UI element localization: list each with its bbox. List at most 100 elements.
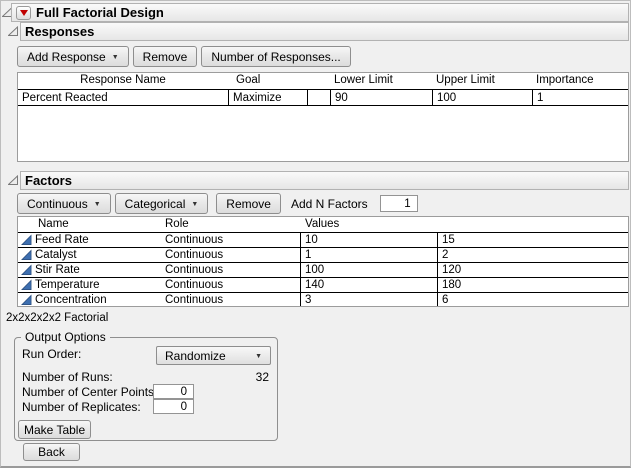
red-triangle-menu-icon[interactable] (16, 6, 31, 20)
replicates-input[interactable] (153, 399, 194, 414)
continuous-factor-icon (21, 294, 32, 306)
responses-section-title: Responses (25, 24, 94, 39)
table-row: Percent Reacted Maximize 90 100 1 (18, 90, 628, 106)
remove-response-label: Remove (143, 50, 188, 64)
factor-role-cell[interactable]: Continuous (165, 248, 300, 262)
factor-name-cell[interactable]: Feed Rate (18, 233, 165, 247)
response-importance-cell[interactable]: 1 (532, 90, 628, 105)
add-n-factors-input[interactable] (380, 195, 418, 212)
back-label: Back (38, 445, 65, 459)
continuous-label: Continuous (27, 197, 88, 211)
add-n-factors-label: Add N Factors (291, 197, 368, 211)
factor-role-cell[interactable]: Continuous (165, 263, 300, 277)
add-response-button[interactable]: Add Response ▼ (17, 46, 129, 67)
factor-high-value-cell[interactable]: 15 (437, 233, 628, 247)
column-header-response-name: Response Name (18, 74, 228, 86)
full-factorial-design-window: Full Factorial Design Responses Add Resp… (0, 0, 631, 468)
factors-table-header: Name Role Values (18, 217, 628, 233)
continuous-factor-icon (21, 234, 32, 246)
factor-role-cell[interactable]: Continuous (165, 278, 300, 292)
response-upper-limit-cell[interactable]: 100 (432, 90, 532, 105)
add-response-label: Add Response (27, 50, 106, 64)
factors-button-row: Continuous ▼ Categorical ▼ Remove Add N … (17, 193, 418, 214)
dropdown-arrow-icon: ▼ (255, 353, 262, 360)
number-of-runs-value: 32 (231, 370, 269, 384)
factor-name-label: Stir Rate (35, 264, 80, 276)
factor-name-label: Concentration (35, 294, 107, 306)
factor-high-value-cell[interactable]: 120 (437, 263, 628, 277)
run-order-label: Run Order: (22, 347, 81, 361)
factor-name-cell[interactable]: Temperature (18, 278, 165, 292)
goal-gap (308, 90, 330, 105)
factor-role-cell[interactable]: Continuous (165, 293, 300, 307)
factor-high-value-cell[interactable]: 180 (437, 278, 628, 292)
continuous-factor-icon (21, 279, 32, 291)
number-of-responses-label: Number of Responses... (211, 50, 340, 64)
factor-name-label: Temperature (35, 279, 100, 291)
responses-table-header: Response Name Goal Lower Limit Upper Lim… (18, 73, 628, 90)
make-table-button[interactable]: Make Table (18, 420, 91, 439)
run-order-value: Randomize (165, 349, 226, 363)
dropdown-arrow-icon: ▼ (191, 201, 198, 208)
column-header-importance: Importance (536, 74, 594, 86)
factor-low-value-cell[interactable]: 140 (300, 278, 437, 292)
response-name-cell[interactable]: Percent Reacted (18, 90, 228, 105)
number-of-runs-label: Number of Runs: (22, 370, 113, 384)
categorical-label: Categorical (125, 197, 186, 211)
number-of-responses-button[interactable]: Number of Responses... (201, 46, 350, 67)
factor-name-cell[interactable]: Concentration (18, 293, 165, 307)
responses-table: Response Name Goal Lower Limit Upper Lim… (17, 72, 629, 162)
dropdown-arrow-icon: ▼ (112, 54, 119, 61)
table-row: Temperature Continuous 140 180 (18, 278, 628, 293)
response-goal-cell[interactable]: Maximize (228, 90, 308, 105)
table-row: Catalyst Continuous 1 2 (18, 248, 628, 263)
dropdown-arrow-icon: ▼ (94, 201, 101, 208)
output-options-legend: Output Options (21, 330, 110, 344)
factor-name-label: Feed Rate (35, 234, 89, 246)
title-band: Full Factorial Design (11, 3, 629, 22)
response-lower-limit-cell[interactable]: 90 (330, 90, 432, 105)
factor-low-value-cell[interactable]: 100 (300, 263, 437, 277)
design-summary-label: 2x2x2x2x2 Factorial (6, 312, 108, 324)
red-triangle-glyph (20, 10, 28, 16)
make-table-label: Make Table (24, 423, 85, 437)
continuous-factor-icon (21, 249, 32, 261)
factor-role-cell[interactable]: Continuous (165, 233, 300, 247)
factor-high-value-cell[interactable]: 2 (437, 248, 628, 262)
add-categorical-factor-button[interactable]: Categorical ▼ (115, 193, 209, 214)
column-header-goal: Goal (236, 74, 260, 86)
center-points-input[interactable] (153, 384, 194, 399)
disclosure-triangle-icon[interactable] (8, 26, 19, 37)
factors-band: Factors (20, 171, 629, 190)
factor-name-cell[interactable]: Catalyst (18, 248, 165, 262)
replicates-label: Number of Replicates: (22, 400, 141, 414)
back-button[interactable]: Back (23, 443, 80, 461)
column-header-name: Name (38, 218, 69, 230)
add-continuous-factor-button[interactable]: Continuous ▼ (17, 193, 111, 214)
remove-response-button[interactable]: Remove (133, 46, 198, 67)
column-header-role: Role (165, 218, 189, 230)
table-row: Stir Rate Continuous 100 120 (18, 263, 628, 278)
remove-factor-label: Remove (226, 197, 271, 211)
column-header-upper-limit: Upper Limit (436, 74, 495, 86)
table-row: Feed Rate Continuous 10 15 (18, 233, 628, 248)
column-header-lower-limit: Lower Limit (334, 74, 393, 86)
factor-name-cell[interactable]: Stir Rate (18, 263, 165, 277)
run-order-dropdown[interactable]: Randomize ▼ (156, 346, 271, 365)
factors-table: Name Role Values Feed Rate Continuous 10… (17, 216, 629, 307)
factor-high-value-cell[interactable]: 6 (437, 293, 628, 307)
column-header-values: Values (305, 218, 339, 230)
factor-low-value-cell[interactable]: 10 (300, 233, 437, 247)
factor-low-value-cell[interactable]: 3 (300, 293, 437, 307)
factor-low-value-cell[interactable]: 1 (300, 248, 437, 262)
page-title: Full Factorial Design (36, 5, 164, 20)
responses-button-row: Add Response ▼ Remove Number of Response… (17, 46, 351, 67)
factors-section-title: Factors (25, 173, 72, 188)
table-row: Concentration Continuous 3 6 (18, 293, 628, 307)
factor-name-label: Catalyst (35, 249, 77, 261)
remove-factor-button[interactable]: Remove (216, 193, 281, 214)
responses-band: Responses (20, 22, 629, 41)
continuous-factor-icon (21, 264, 32, 276)
disclosure-triangle-icon[interactable] (8, 175, 19, 186)
center-points-label: Number of Center Points: (22, 385, 157, 399)
